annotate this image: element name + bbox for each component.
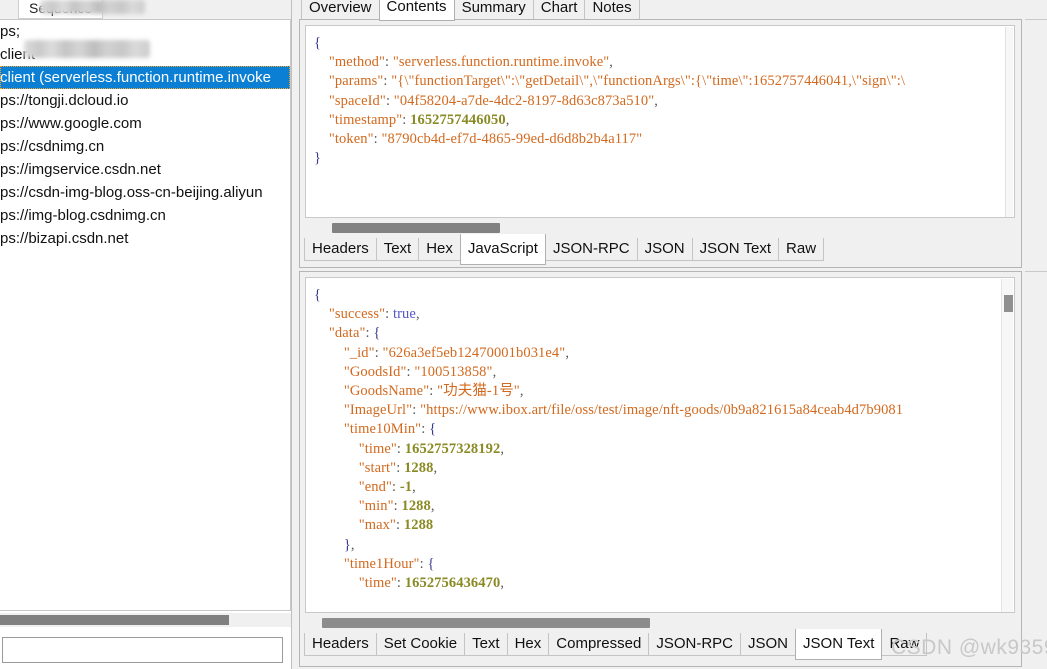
tab-javascript[interactable]: JavaScript: [459, 234, 546, 265]
session-row[interactable]: ps://bizapi.csdn.net: [0, 227, 290, 250]
tab-hex[interactable]: Hex: [418, 238, 461, 261]
tab-json-rpc[interactable]: JSON-RPC: [544, 238, 638, 261]
tab-set-cookie[interactable]: Set Cookie: [375, 633, 466, 656]
session-filter-input[interactable]: [2, 637, 283, 663]
tab-overview[interactable]: Overview: [301, 0, 380, 20]
request-viewer[interactable]: { "method": "serverless.function.runtime…: [305, 25, 1015, 218]
response-viewer[interactable]: { "success": true, "data": { "_id": "626…: [305, 277, 1015, 613]
redacted-overlay-row: [24, 40, 150, 58]
tab-json[interactable]: JSON: [740, 633, 797, 656]
session-row[interactable]: ps://tongji.dcloud.io: [0, 89, 290, 112]
tab-hex[interactable]: Hex: [506, 633, 550, 656]
response-panel: { "success": true, "data": { "_id": "626…: [299, 271, 1022, 667]
session-row[interactable]: client (serverless.function.runtime.invo…: [0, 66, 290, 89]
tab-notes[interactable]: Notes: [584, 0, 640, 20]
tab-json[interactable]: JSON: [636, 238, 693, 261]
redacted-overlay-tab: [40, 0, 145, 14]
tab-summary[interactable]: Summary: [453, 0, 534, 20]
request-panel: { "method": "serverless.function.runtime…: [299, 19, 1022, 268]
response-json-text: { "success": true, "data": { "_id": "626…: [314, 287, 904, 592]
request-view-tabstrip: Headers Text Hex JavaScript JSON-RPC JSON JSON…: [304, 234, 825, 265]
request-json-text: { "method": "serverless.function.runtime…: [314, 35, 906, 167]
request-hscrollbar-track[interactable]: [305, 220, 1015, 236]
tab-raw[interactable]: Raw: [881, 633, 928, 656]
proxy-debugger-window: Sequence ps;clientclient (serverless.fun…: [0, 0, 1047, 669]
session-row[interactable]: ps://www.google.com: [0, 112, 290, 135]
detail-tabstrip: Overview Contents Summary Chart Notes: [301, 0, 640, 21]
tab-headers[interactable]: Headers: [304, 238, 377, 261]
session-list-hscrollbar-thumb[interactable]: [0, 615, 229, 625]
tab-headers[interactable]: Headers: [304, 633, 377, 656]
request-vscrollbar[interactable]: [1005, 27, 1013, 217]
tab-text[interactable]: Text: [375, 238, 420, 261]
tab-chart[interactable]: Chart: [532, 0, 586, 20]
response-hscrollbar-thumb[interactable]: [322, 618, 650, 628]
session-row[interactable]: ps://csdnimg.cn: [0, 135, 290, 158]
response-hscrollbar-track[interactable]: [305, 615, 1015, 631]
right-edge-strip: [1025, 0, 1047, 669]
session-row[interactable]: ps://csdn-img-blog.oss-cn-beijing.aliyun: [0, 181, 290, 204]
session-row[interactable]: ps://img-blog.csdnimg.cn: [0, 204, 290, 227]
tab-text[interactable]: Text: [464, 633, 508, 656]
tab-contents[interactable]: Contents: [378, 0, 455, 21]
session-row[interactable]: ps://imgservice.csdn.net: [0, 158, 290, 181]
request-hscrollbar-thumb[interactable]: [332, 223, 500, 233]
tab-json-rpc[interactable]: JSON-RPC: [648, 633, 741, 656]
detail-panel: Overview Contents Summary Chart Notes { "met…: [296, 0, 1047, 669]
session-list[interactable]: ps; client client (serverless.function.run…: [0, 19, 291, 611]
response-vscrollbar[interactable]: [1001, 279, 1013, 612]
response-vscrollbar-thumb[interactable]: [1004, 295, 1013, 312]
tab-json-text[interactable]: JSON Text: [691, 238, 780, 261]
response-view-tabstrip: Headers Set Cookie Text Hex Compressed JSON-R…: [304, 629, 928, 660]
tab-json-text[interactable]: JSON Text: [795, 629, 883, 660]
tab-compressed[interactable]: Compressed: [548, 633, 650, 656]
tab-raw[interactable]: Raw: [778, 238, 825, 261]
session-list-panel: Sequence ps;clientclient (serverless.fun…: [0, 0, 296, 669]
left-tabstrip: Sequence: [0, 0, 296, 20]
